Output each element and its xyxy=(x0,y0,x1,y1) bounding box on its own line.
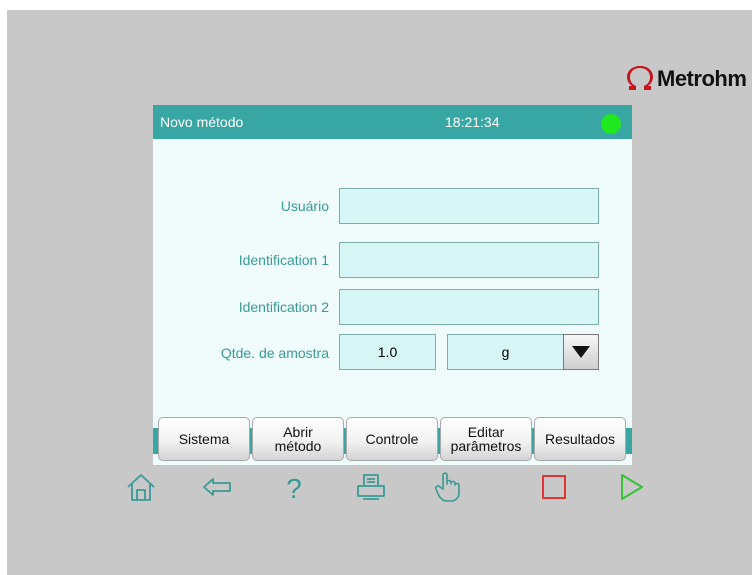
stop-key[interactable] xyxy=(537,470,571,504)
sample-quantity-field[interactable]: 1.0 xyxy=(339,334,436,370)
stop-icon xyxy=(542,475,566,499)
softkey-label: Abrir xyxy=(283,424,313,440)
device-screen: Novo método 18:21:34 Usuário Identificat… xyxy=(153,105,632,465)
softkey-label: Controle xyxy=(365,431,419,447)
usuario-field[interactable] xyxy=(339,188,599,224)
back-key[interactable] xyxy=(200,470,234,504)
identification-1-field[interactable] xyxy=(339,242,599,278)
softkey-label: Sistema xyxy=(178,431,230,447)
triangle-down-icon xyxy=(572,346,590,358)
clock-time: 18:21:34 xyxy=(445,114,500,130)
softkey-label: parâmetros xyxy=(450,438,522,454)
omega-logo-icon xyxy=(627,66,653,90)
usuario-label: Usuário xyxy=(280,198,329,214)
help-icon: ? xyxy=(286,473,302,504)
home-icon xyxy=(127,474,155,501)
sample-quantity-label: Qtde. de amostra xyxy=(220,345,329,361)
brand-name: Metrohm xyxy=(657,66,747,91)
print-key[interactable] xyxy=(354,470,388,504)
metrohm-logo: Metrohm xyxy=(626,63,752,95)
manual-control-hand-icon xyxy=(435,472,460,502)
title-bar: Novo método 18:21:34 xyxy=(153,105,632,139)
unit-dropdown-button[interactable] xyxy=(563,334,599,370)
screen-title: Novo método xyxy=(160,114,244,130)
softkey-sistema[interactable]: Sistema xyxy=(158,417,250,461)
help-key[interactable]: ? xyxy=(277,470,311,504)
device-panel: Metrohm Novo método 18:21:34 Usuário Ide… xyxy=(7,10,752,575)
softkey-editar-parametros[interactable]: Editar parâmetros xyxy=(440,417,532,461)
identification-2-label: Identification 2 xyxy=(238,299,329,315)
softkey-label: Resultados xyxy=(544,431,616,447)
start-key[interactable] xyxy=(614,470,648,504)
back-arrow-icon xyxy=(203,478,231,496)
print-icon xyxy=(357,474,385,500)
softkey-label: Editar xyxy=(467,424,505,440)
status-indicator xyxy=(601,114,621,134)
softkey-controle[interactable]: Controle xyxy=(346,417,438,461)
home-key[interactable] xyxy=(124,470,158,504)
svg-text:?: ? xyxy=(286,473,302,504)
identification-2-field[interactable] xyxy=(339,289,599,325)
softkey-resultados[interactable]: Resultados xyxy=(534,417,626,461)
softkey-label: método xyxy=(274,438,322,454)
sample-unit-select[interactable]: g xyxy=(447,334,564,370)
manual-control-key[interactable] xyxy=(431,470,465,504)
softkey-bar: Sistema Abrir método Controle Editar par… xyxy=(153,417,632,461)
softkey-abrir-metodo[interactable]: Abrir método xyxy=(252,417,344,461)
identification-1-label: Identification 1 xyxy=(238,252,329,268)
start-icon xyxy=(621,474,643,500)
